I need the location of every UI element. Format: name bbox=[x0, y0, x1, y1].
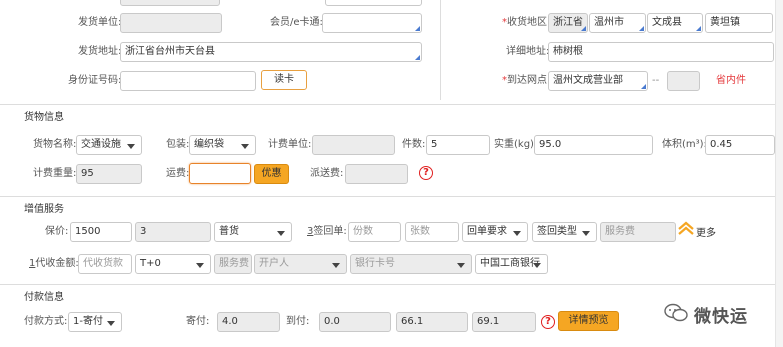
receipt-requirement-select[interactable]: 回单要求 bbox=[462, 222, 528, 242]
actual-weight-input[interactable]: 95.0 bbox=[534, 135, 653, 155]
read-card-button[interactable]: 读卡 bbox=[261, 70, 307, 90]
detail-address-input[interactable]: 柿树根 bbox=[548, 42, 774, 62]
sender-address-input[interactable]: 浙江省台州市天台县 bbox=[120, 42, 422, 62]
payment-section-header: 付款信息 bbox=[0, 284, 775, 303]
value-added-section-header: 增值服务 bbox=[0, 196, 775, 215]
top-partial-field-2[interactable] bbox=[325, 0, 422, 6]
sender-unit-label: 发货单位: bbox=[78, 17, 122, 28]
arrival-outlet-input[interactable]: 温州文成营业部 bbox=[548, 71, 648, 91]
collect-field[interactable]: 0.0 bbox=[319, 312, 391, 332]
receipt-service-fee-field[interactable]: 服务费 bbox=[600, 222, 676, 242]
freight-label: 运费: bbox=[166, 168, 190, 179]
wechat-logo-icon bbox=[664, 303, 688, 323]
billing-unit-field[interactable] bbox=[312, 135, 395, 155]
packaging-label: 包装: bbox=[166, 139, 190, 150]
detail-preview-button[interactable]: 详情预览 bbox=[558, 311, 619, 331]
cod-term-select[interactable]: T+0 bbox=[135, 254, 211, 274]
delivery-fee-field[interactable] bbox=[345, 164, 408, 184]
id-number-label: 身份证号码: bbox=[68, 75, 122, 86]
cod-service-fee-field[interactable]: 服务费 bbox=[214, 254, 252, 274]
watermark-text: 微快运 bbox=[694, 307, 748, 327]
province-select[interactable]: 浙江省 bbox=[548, 13, 588, 33]
billing-unit-label: 计费单位: bbox=[268, 139, 312, 150]
billing-weight-field[interactable]: 95 bbox=[76, 164, 142, 184]
more-link[interactable]: 更多 bbox=[696, 227, 716, 241]
cod-amount-input[interactable]: 代收货款 bbox=[78, 254, 132, 274]
detail-address-label: 详细地址: bbox=[506, 46, 550, 57]
cargo-name-select[interactable]: 交通设施 bbox=[76, 135, 142, 155]
insured-value-input[interactable]: 1500 bbox=[70, 222, 132, 242]
prepaid-field[interactable]: 4.0 bbox=[217, 312, 280, 332]
receiver-region-label: *收货地区: bbox=[502, 17, 551, 28]
id-number-input[interactable] bbox=[120, 71, 256, 91]
actual-weight-label: 实重(kg): bbox=[494, 139, 538, 150]
account-holder-select[interactable]: 开户人 bbox=[254, 254, 347, 274]
column-divider bbox=[440, 0, 441, 100]
cargo-section-header: 货物信息 bbox=[0, 104, 775, 123]
amount-field-a[interactable]: 66.1 bbox=[396, 312, 468, 332]
county-select[interactable]: 文成县 bbox=[647, 13, 703, 33]
pieces-input[interactable]: 5 bbox=[426, 135, 490, 155]
member-card-label: 会员/e卡通: bbox=[270, 17, 323, 28]
sender-unit-field[interactable] bbox=[120, 13, 222, 33]
pieces-label: 件数: bbox=[402, 139, 426, 150]
help-icon[interactable]: ? bbox=[419, 166, 433, 180]
receipt-copies-input[interactable]: 份数 bbox=[348, 222, 401, 242]
payment-help-icon[interactable]: ? bbox=[541, 315, 555, 329]
more-chevron-icon[interactable] bbox=[677, 220, 695, 236]
cargo-name-label: 货物名称: bbox=[33, 139, 77, 150]
town-select[interactable]: 黄坦镇 bbox=[705, 13, 773, 33]
bank-card-select[interactable]: 银行卡号 bbox=[350, 254, 472, 274]
member-card-input[interactable] bbox=[322, 13, 422, 33]
sender-address-label: 发货地址: bbox=[78, 46, 122, 57]
amount-field-b[interactable]: 69.1 bbox=[472, 312, 536, 332]
outlet-separator: -- bbox=[652, 75, 660, 86]
discount-button[interactable]: 优惠 bbox=[254, 164, 289, 184]
freight-input[interactable] bbox=[189, 163, 251, 184]
vertical-scrollbar[interactable] bbox=[775, 0, 783, 347]
prepaid-label: 寄付: bbox=[186, 316, 210, 327]
delivery-fee-label: 派送费: bbox=[310, 168, 344, 179]
packaging-select[interactable]: 编织袋 bbox=[189, 135, 256, 155]
outlet-code-field[interactable] bbox=[667, 71, 700, 91]
city-select[interactable]: 温州市 bbox=[589, 13, 646, 33]
bank-select[interactable]: 中国工商银行 bbox=[475, 254, 548, 274]
goods-type-select[interactable]: 普货 bbox=[214, 222, 292, 242]
insured-label: 保价: bbox=[45, 226, 69, 237]
receipt-type-select[interactable]: 签回类型 bbox=[532, 222, 597, 242]
insured-rate-field[interactable]: 3 bbox=[135, 222, 211, 242]
billing-weight-label: 计费重量: bbox=[33, 168, 77, 179]
collect-label: 到付: bbox=[286, 316, 310, 327]
volume-label: 体积(m³): bbox=[662, 139, 707, 150]
cod-label: 1代收金额: bbox=[29, 258, 79, 269]
top-partial-field[interactable] bbox=[120, 0, 220, 6]
sign-receipt-label: 3签回单: bbox=[307, 226, 347, 237]
payment-method-select[interactable]: 1-寄付 bbox=[68, 312, 122, 332]
in-province-label: 省内件 bbox=[716, 75, 746, 86]
volume-input[interactable]: 0.45 bbox=[705, 135, 775, 155]
payment-method-label: 付款方式: bbox=[24, 316, 68, 327]
receipt-sheets-input[interactable]: 张数 bbox=[405, 222, 459, 242]
arrival-outlet-label: *到达网点: bbox=[502, 75, 551, 86]
